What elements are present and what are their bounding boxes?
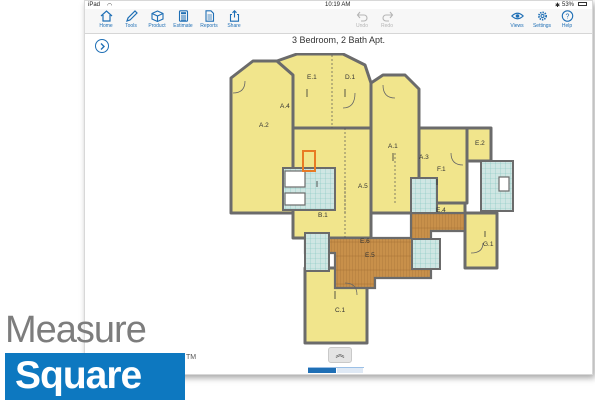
label-e6: E.6 — [360, 238, 370, 245]
label-g1: G.1 — [483, 241, 494, 248]
calculator-icon — [178, 10, 188, 22]
page-indicator[interactable] — [308, 367, 364, 374]
closet-lower — [411, 238, 441, 270]
estimate-button[interactable]: Estimate — [171, 10, 195, 29]
redo-button[interactable]: Redo — [375, 10, 399, 29]
label-a3: A.3 — [419, 154, 429, 161]
undo-icon — [356, 11, 367, 22]
label-b1: B.1 — [318, 212, 328, 219]
svg-text:?: ? — [565, 14, 569, 21]
tools-button[interactable]: Tools — [119, 10, 143, 29]
label-c1: C.1 — [335, 307, 346, 314]
toolbar: Home Tools Product Estimate Reports Shar… — [85, 9, 592, 34]
device-name: iPad — [88, 2, 101, 8]
logo-square: Square — [15, 354, 142, 397]
wifi-icon: ◠ — [107, 3, 113, 9]
home-icon — [100, 10, 112, 22]
ipad-window: iPad ◠ 10:19 AM ✱ 53% Home Tools Product… — [84, 0, 593, 375]
document-icon — [204, 10, 214, 22]
label-f1: F.1 — [437, 166, 446, 173]
battery-icon — [578, 2, 587, 6]
toilet-fixture — [498, 176, 510, 192]
pencil-icon — [125, 10, 138, 22]
status-bar: iPad ◠ 10:19 AM ✱ 53% — [85, 1, 592, 9]
clock: 10:19 AM — [325, 2, 351, 8]
redo-icon — [382, 11, 393, 22]
label-d1: D.1 — [345, 74, 356, 81]
chevron-double-up-icon: ︽ — [335, 349, 345, 359]
share-icon — [229, 10, 239, 22]
label-a2: A.2 — [259, 122, 269, 129]
label-e1: E.1 — [307, 74, 317, 81]
expand-panel-button[interactable] — [95, 39, 109, 53]
eye-icon — [510, 12, 524, 20]
drawing-title: 3 Bedroom, 2 Bath Apt. — [291, 35, 386, 45]
bluetooth-icon: ✱ — [555, 3, 561, 9]
home-button[interactable]: Home — [94, 10, 118, 29]
share-button[interactable]: Share — [222, 10, 246, 29]
logo-measure: Measure — [5, 309, 147, 351]
logo-square-box: Square — [5, 353, 185, 400]
label-a4: A.4 — [280, 103, 290, 110]
product-button[interactable]: Product — [145, 10, 169, 29]
label-e4: E.4 — [436, 207, 446, 214]
label-e5: E.5 — [365, 252, 375, 259]
tub-fixture — [284, 170, 306, 188]
chevron-right-icon — [100, 42, 105, 50]
battery-percent: 53% — [562, 2, 575, 8]
reports-button[interactable]: Reports — [197, 10, 221, 29]
cube-icon — [150, 10, 164, 22]
question-icon: ? — [561, 10, 573, 22]
help-button[interactable]: ? Help — [555, 10, 579, 29]
bathroom-mid — [410, 177, 438, 214]
label-a5: A.5 — [358, 183, 368, 190]
label-a1: A.1 — [388, 143, 398, 150]
logo-trademark: TM — [186, 354, 197, 361]
sink-fixture — [284, 192, 306, 206]
gear-icon — [537, 11, 547, 21]
bathroom-left-lower — [304, 232, 330, 272]
page-tab-1[interactable] — [308, 368, 336, 373]
page-tab-2[interactable] — [337, 368, 363, 373]
settings-button[interactable]: Settings — [530, 10, 554, 29]
label-e2: E.2 — [475, 140, 485, 147]
views-button[interactable]: Views — [505, 10, 529, 29]
undo-button[interactable]: Undo — [350, 10, 374, 29]
floor-plan[interactable]: A.2 A.4 E.1 D.1 A.1 A.3 F.1 E.2 B.1 A.5 … — [205, 53, 535, 348]
collapse-panel-button[interactable]: ︽ — [328, 347, 352, 363]
